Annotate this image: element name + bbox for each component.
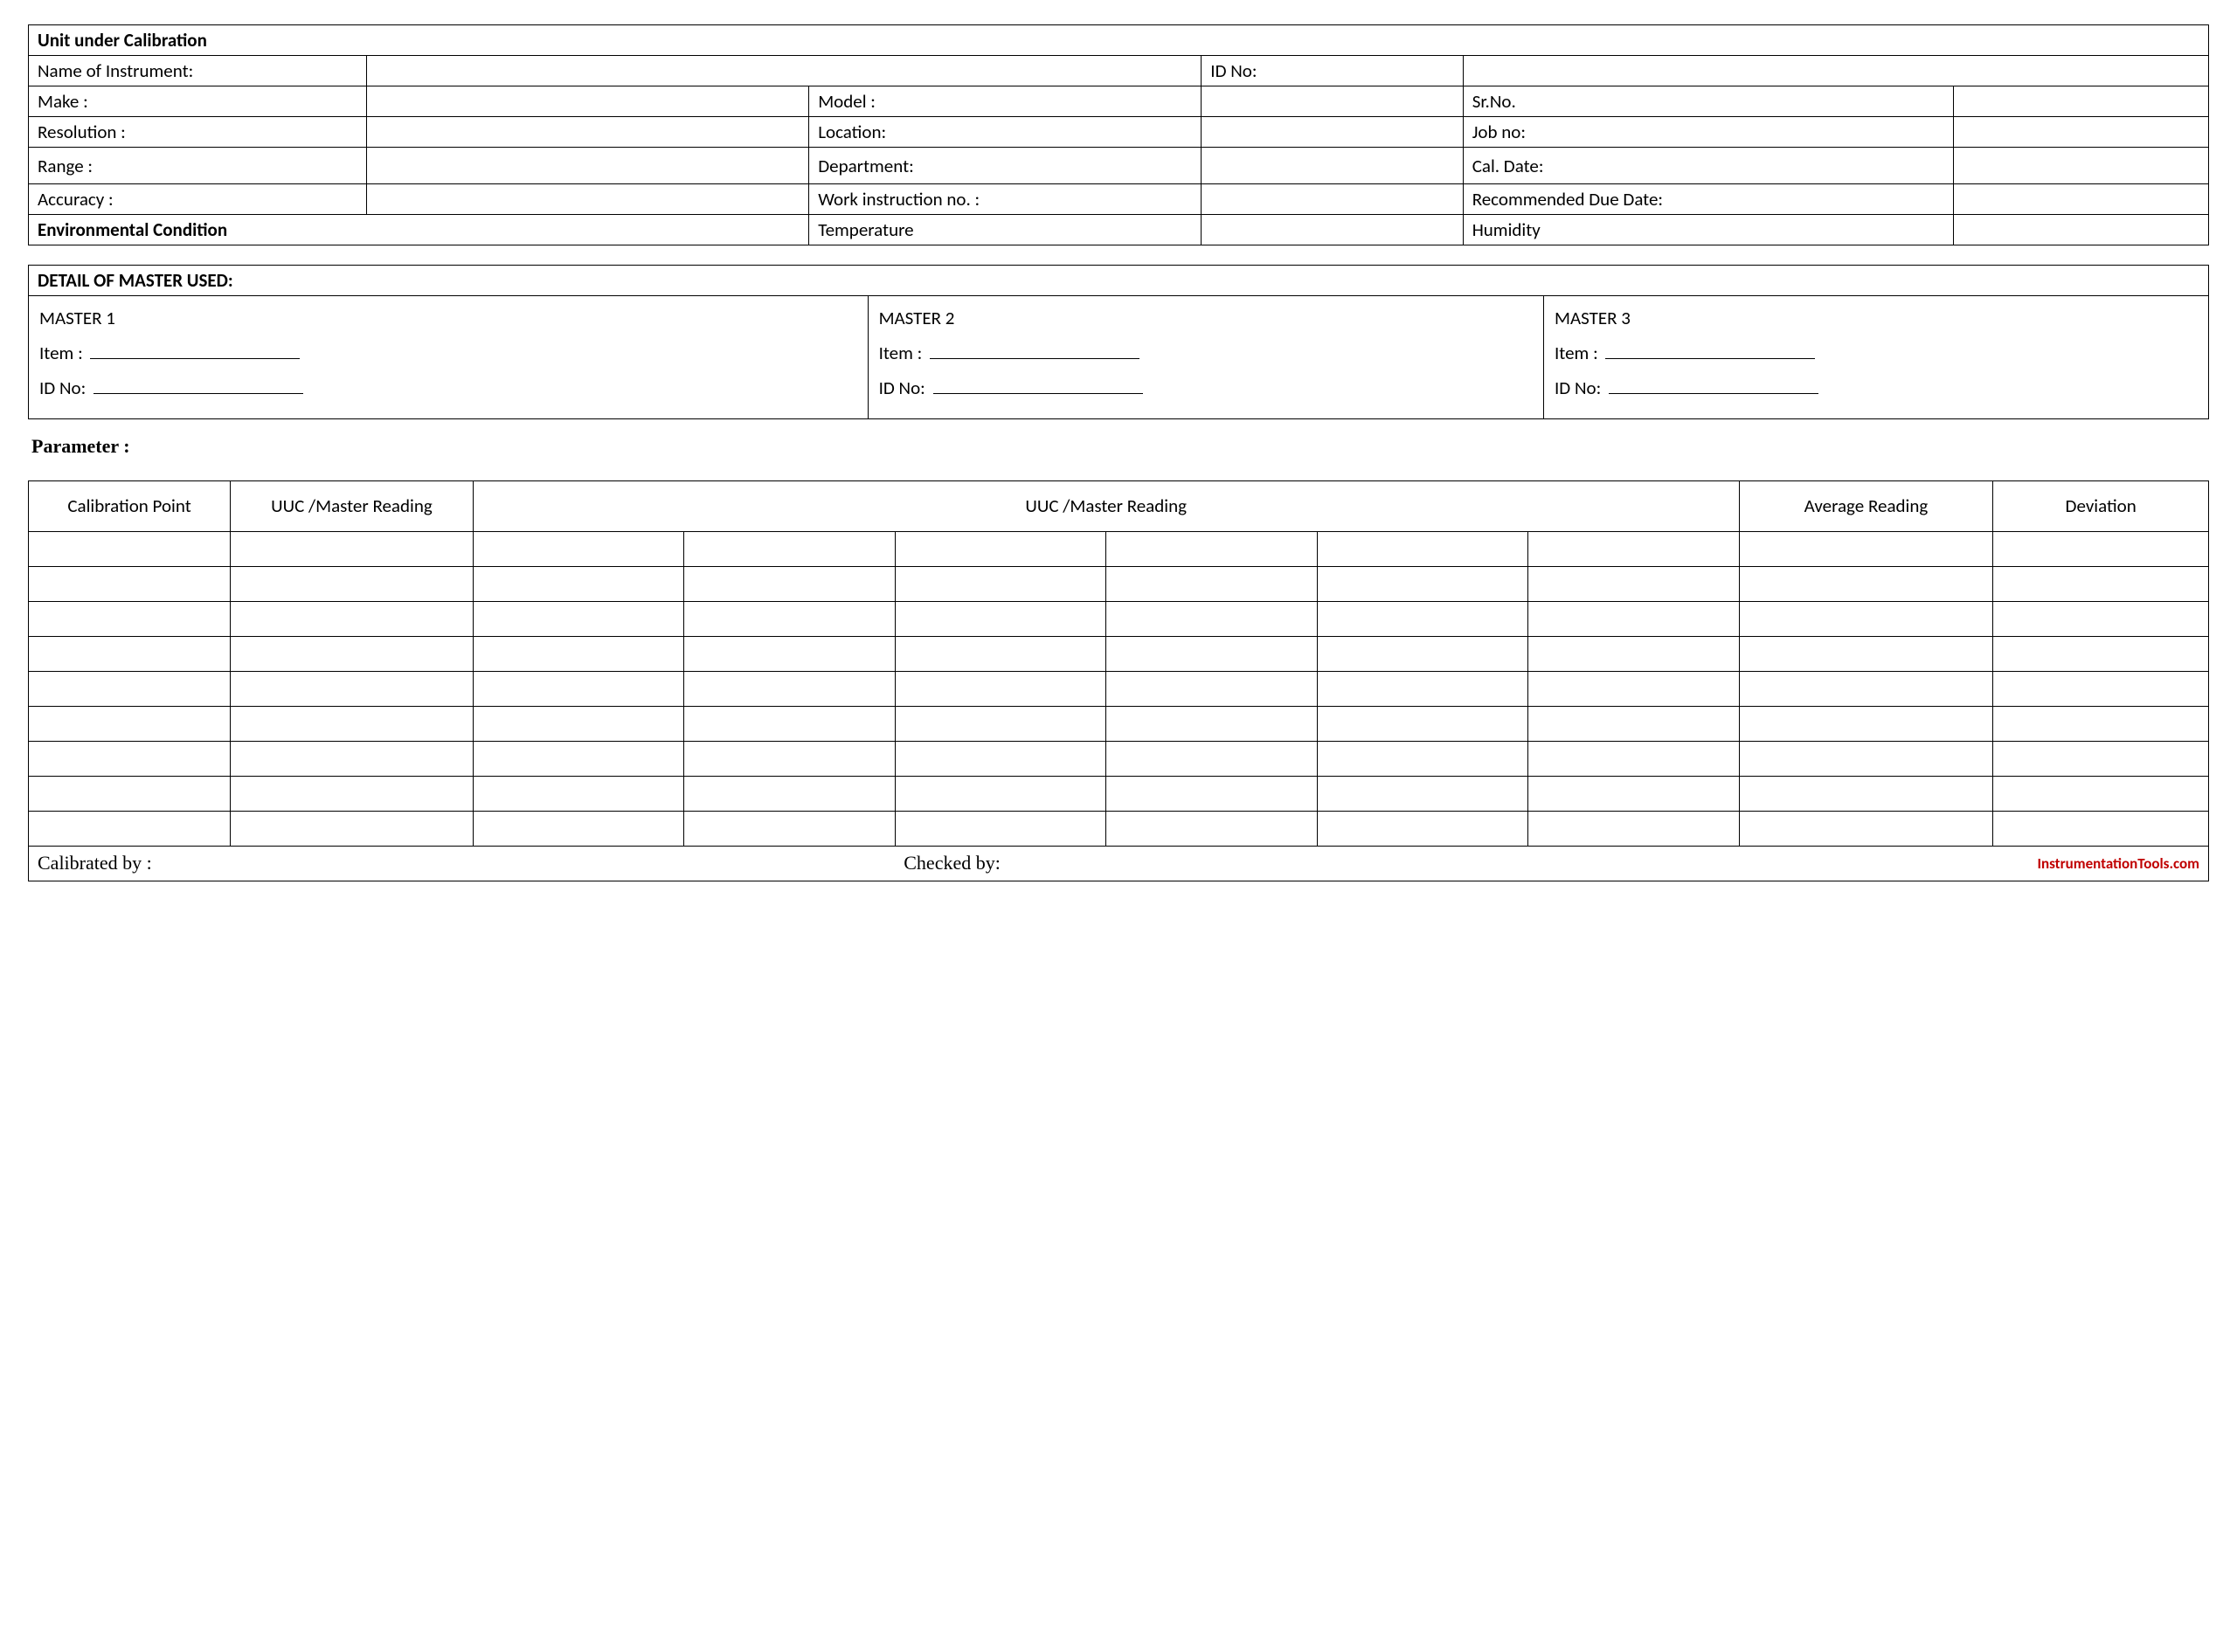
jobno-value[interactable] <box>1954 117 2209 148</box>
master-1-item-label: Item : <box>39 342 83 364</box>
data-row <box>29 566 2209 601</box>
make-value[interactable] <box>366 86 808 117</box>
readings-table: Calibration Point UUC /Master Reading UU… <box>28 480 2209 881</box>
jobno-label: Job no: <box>1463 117 1953 148</box>
data-row <box>29 776 2209 811</box>
master-1-title: MASTER 1 <box>39 307 115 329</box>
envcond-label: Environmental Condition <box>29 215 809 245</box>
temp-label: Temperature <box>809 215 1202 245</box>
calibrated-by-label: Calibrated by : <box>29 846 896 881</box>
unit-heading: Unit under Calibration <box>29 25 2209 56</box>
resolution-value[interactable] <box>366 117 808 148</box>
accuracy-value[interactable] <box>366 184 808 215</box>
accuracy-label: Accuracy : <box>29 184 367 215</box>
resolution-label: Resolution : <box>29 117 367 148</box>
master-3-id-label: ID No: <box>1555 377 1601 399</box>
master-heading: DETAIL OF MASTER USED: <box>29 266 2209 296</box>
name-label: Name of Instrument: <box>29 56 367 86</box>
location-label: Location: <box>809 117 1202 148</box>
data-row <box>29 531 2209 566</box>
workinst-label: Work instruction no. : <box>809 184 1202 215</box>
master-2-item-label: Item : <box>879 342 923 364</box>
master-1-cell: MASTER 1 Item : ID No: <box>29 296 869 419</box>
master-1-id-value[interactable] <box>93 376 303 394</box>
master-table: DETAIL OF MASTER USED: MASTER 1 Item : I… <box>28 265 2209 419</box>
humidity-value[interactable] <box>1954 215 2209 245</box>
data-row <box>29 706 2209 741</box>
location-value[interactable] <box>1202 117 1463 148</box>
col-dev: Deviation <box>1993 480 2209 531</box>
data-row <box>29 601 2209 636</box>
data-row <box>29 741 2209 776</box>
master-3-item-value[interactable] <box>1605 341 1815 359</box>
duedate-value[interactable] <box>1954 184 2209 215</box>
master-3-title: MASTER 3 <box>1555 307 1631 329</box>
master-3-cell: MASTER 3 Item : ID No: <box>1544 296 2209 419</box>
range-label: Range : <box>29 148 367 184</box>
master-3-id-value[interactable] <box>1609 376 1818 394</box>
range-value[interactable] <box>366 148 808 184</box>
col-avg: Average Reading <box>1739 480 1993 531</box>
department-value[interactable] <box>1202 148 1463 184</box>
data-row <box>29 636 2209 671</box>
master-2-id-value[interactable] <box>933 376 1143 394</box>
srno-label: Sr.No. <box>1463 86 1953 117</box>
make-label: Make : <box>29 86 367 117</box>
humidity-label: Humidity <box>1463 215 1953 245</box>
caldate-value[interactable] <box>1954 148 2209 184</box>
name-value[interactable] <box>366 56 1202 86</box>
model-value[interactable] <box>1202 86 1463 117</box>
parameter-label: Parameter : <box>31 435 2209 458</box>
col-uuc-master: UUC /Master Reading <box>231 480 474 531</box>
master-1-id-label: ID No: <box>39 377 86 399</box>
temp-value[interactable] <box>1202 215 1463 245</box>
checked-by-label: Checked by: <box>895 846 1739 881</box>
workinst-value[interactable] <box>1202 184 1463 215</box>
id-value[interactable] <box>1463 56 2208 86</box>
master-3-item-label: Item : <box>1555 342 1598 364</box>
id-label: ID No: <box>1202 56 1463 86</box>
col-calpoint: Calibration Point <box>29 480 231 531</box>
data-row <box>29 811 2209 846</box>
col-uuc-master-wide: UUC /Master Reading <box>473 480 1739 531</box>
srno-value[interactable] <box>1954 86 2209 117</box>
master-1-item-value[interactable] <box>90 341 300 359</box>
master-2-item-value[interactable] <box>930 341 1139 359</box>
master-2-title: MASTER 2 <box>879 307 955 329</box>
master-2-cell: MASTER 2 Item : ID No: <box>868 296 1543 419</box>
model-label: Model : <box>809 86 1202 117</box>
unit-table: Unit under Calibration Name of Instrumen… <box>28 24 2209 245</box>
source-link[interactable]: InstrumentationTools.com <box>1739 846 2208 881</box>
data-row <box>29 671 2209 706</box>
duedate-label: Recommended Due Date: <box>1463 184 1953 215</box>
department-label: Department: <box>809 148 1202 184</box>
caldate-label: Cal. Date: <box>1463 148 1953 184</box>
master-2-id-label: ID No: <box>879 377 925 399</box>
